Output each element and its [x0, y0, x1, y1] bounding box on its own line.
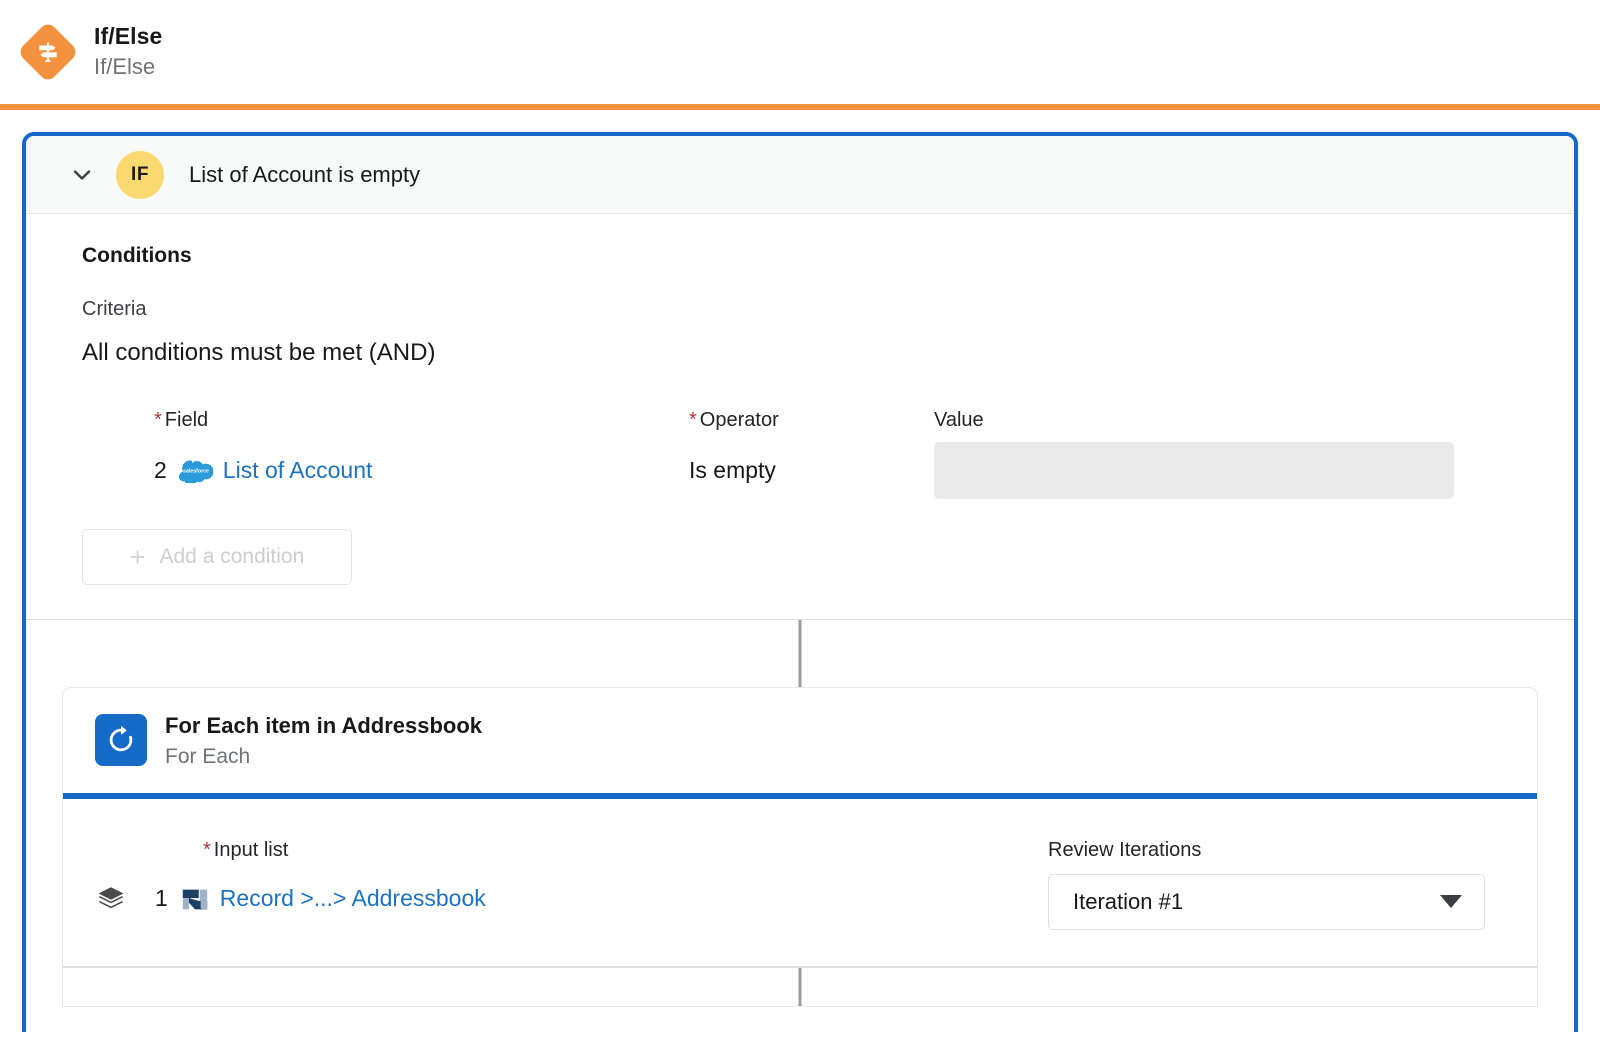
if-else-panel: IF List of Account is empty Conditions C… [22, 132, 1578, 1032]
header-text-block: If/Else If/Else [94, 22, 162, 81]
criteria-value: All conditions must be met (AND) [26, 339, 1574, 367]
page-title: If/Else [94, 22, 162, 51]
field-label: *Field [154, 409, 689, 432]
for-each-text-block: For Each item in Addressbook For Each [165, 712, 482, 769]
field-link-text[interactable]: List of Account [223, 457, 373, 484]
field-column: *Field 2 salesforce List of Account [154, 409, 689, 499]
for-each-subtitle: For Each [165, 745, 482, 769]
for-each-body: *Input list 1 [63, 799, 1537, 930]
for-each-header[interactable]: For Each item in Addressbook For Each [63, 688, 1537, 793]
add-condition-button[interactable]: + Add a condition [82, 529, 352, 585]
svg-text:salesforce: salesforce [183, 468, 209, 474]
operator-value: Is empty [689, 442, 934, 498]
field-sequence-number: 2 [154, 457, 167, 484]
operator-label-text: Operator [700, 409, 779, 431]
value-column: Value [934, 409, 1454, 499]
field-value[interactable]: 2 salesforce List of Account [154, 442, 689, 498]
operator-label: *Operator [689, 409, 934, 432]
value-input[interactable] [934, 442, 1454, 499]
chevron-down-icon[interactable] [62, 155, 102, 195]
branch-connector-line [799, 620, 802, 687]
if-branch-title: List of Account is empty [189, 162, 420, 188]
input-list-value-row[interactable]: 1 Record >...> Addressbook [93, 876, 1048, 922]
branch-connector-divider [26, 619, 1574, 687]
input-list-label-text: Input list [214, 839, 288, 861]
condition-row-grid: *Field 2 salesforce List of Account [26, 409, 1574, 499]
if-else-node-icon [18, 22, 78, 82]
caret-down-icon[interactable] [1440, 895, 1462, 908]
for-each-inner-divider [63, 966, 1537, 1006]
review-iterations-column: Review Iterations Iteration #1 [1048, 839, 1537, 930]
input-list-sequence-number: 1 [155, 885, 168, 912]
field-label-text: Field [165, 409, 208, 431]
conditions-heading: Conditions [26, 244, 1574, 268]
header-accent-rule [0, 104, 1600, 110]
decision-signpost-icon [18, 22, 78, 82]
page-header: If/Else If/Else [0, 0, 1600, 104]
add-condition-label: Add a condition [160, 545, 305, 569]
conditions-section: Conditions Criteria All conditions must … [26, 214, 1574, 585]
value-label: Value [934, 409, 1454, 432]
page-subtitle: If/Else [94, 53, 162, 82]
operator-column: *Operator Is empty [689, 409, 934, 499]
plus-icon: + [130, 544, 146, 571]
layers-icon [93, 884, 129, 914]
input-list-column: *Input list 1 [63, 839, 1048, 930]
review-iterations-label: Review Iterations [1048, 839, 1537, 862]
netsuite-n-icon [180, 884, 210, 914]
for-each-card: For Each item in Addressbook For Each *I… [62, 687, 1538, 1007]
review-iterations-select[interactable]: Iteration #1 [1048, 874, 1485, 930]
input-list-link-text[interactable]: Record >...> Addressbook [220, 885, 486, 912]
loop-refresh-icon [95, 714, 147, 766]
if-branch-header[interactable]: IF List of Account is empty [26, 136, 1574, 214]
if-badge: IF [116, 151, 164, 199]
review-iterations-value: Iteration #1 [1073, 889, 1183, 915]
salesforce-cloud-icon: salesforce [179, 458, 213, 483]
input-list-label: *Input list [93, 839, 1048, 862]
required-marker: * [154, 409, 162, 431]
required-marker: * [689, 409, 697, 431]
for-each-title: For Each item in Addressbook [165, 712, 482, 741]
required-marker: * [203, 839, 211, 861]
criteria-label: Criteria [26, 298, 1574, 321]
for-each-inner-connector-line [799, 968, 802, 1006]
